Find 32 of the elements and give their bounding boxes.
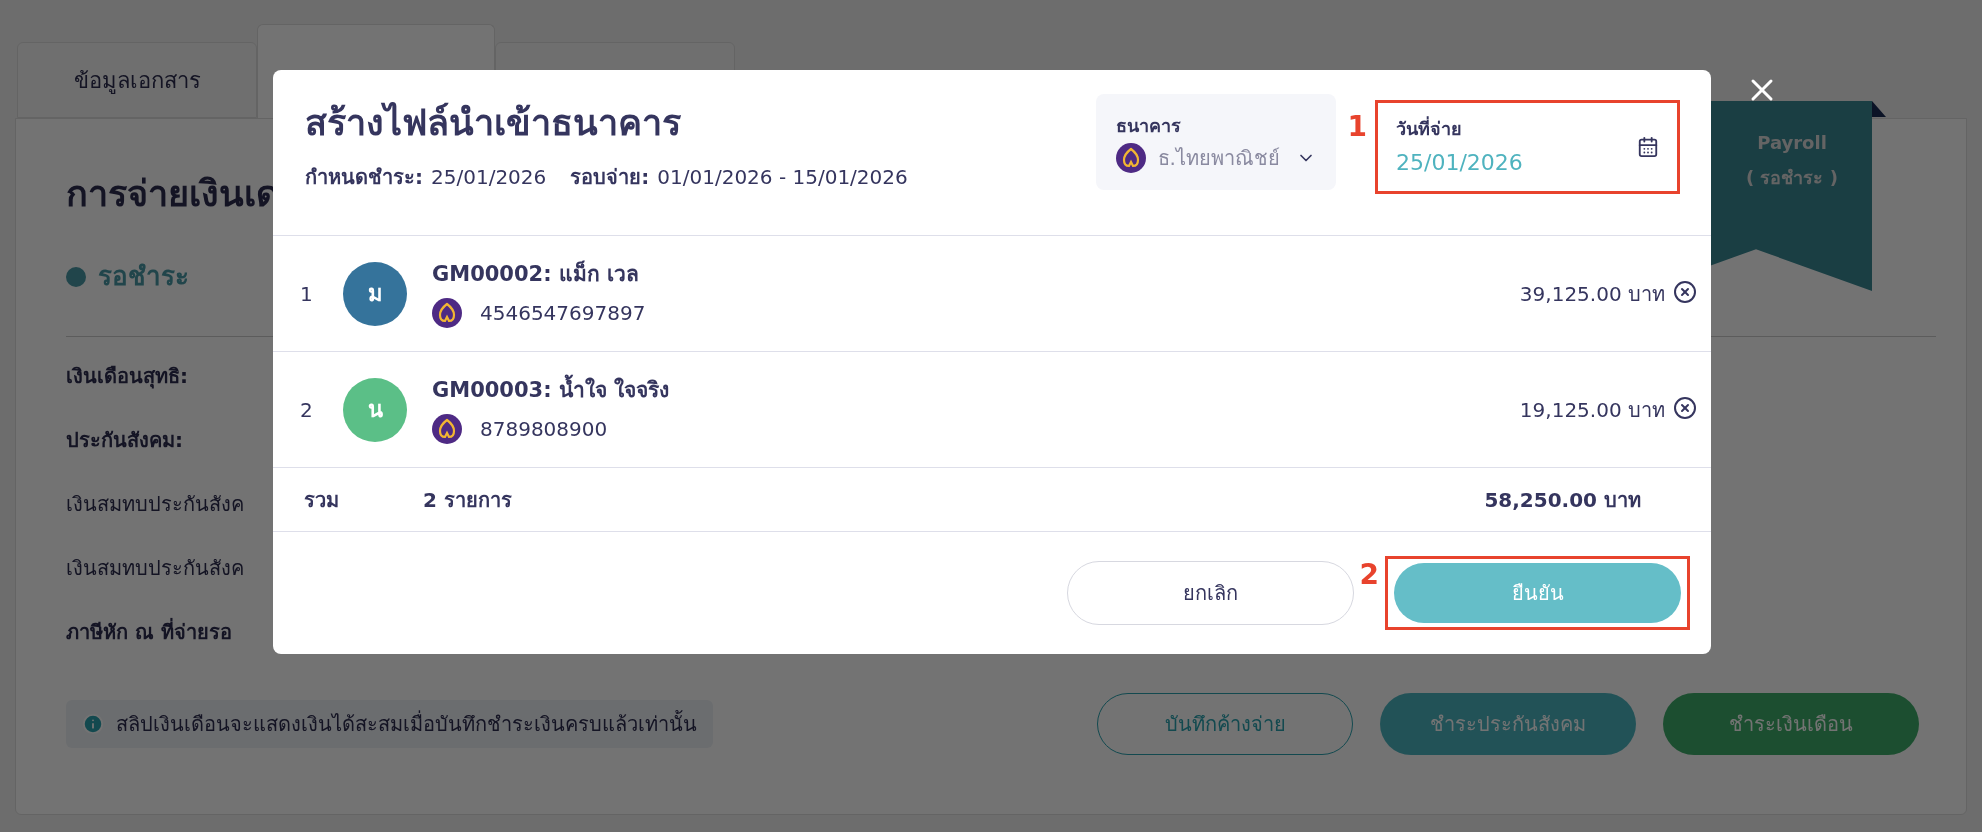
ribbon-text: Payroll bbox=[1757, 131, 1827, 155]
amount: 39,125.00 บาท bbox=[1519, 280, 1665, 308]
avatar: น bbox=[343, 377, 407, 442]
total-count: 2 รายการ bbox=[423, 486, 512, 514]
employee-name: GM00003: น้ำใจ ใจจริง bbox=[432, 374, 670, 407]
pay-date-label: วันที่จ่าย bbox=[1396, 115, 1463, 141]
ribbon-text: ( รอชำระ ) bbox=[1746, 166, 1838, 190]
field-label: ภาษีหัก ณ ที่จ่ายรอ bbox=[66, 617, 232, 646]
field-label: เงินสมทบประกันสังค bbox=[66, 491, 244, 518]
account-number: 4546547697897 bbox=[480, 300, 646, 328]
total-amount: 58,250.00 บาท bbox=[1484, 486, 1641, 514]
note-text: สลิปเงินเดือนจะแสดงเงินได้สะสมเมื่อบันทึกชำระเงินครบแล้วเท่านั้น bbox=[116, 709, 697, 738]
page-title: การจ่ายเงินเด bbox=[66, 172, 279, 216]
field-label: เงินเดือนสุทธิ: bbox=[66, 363, 188, 391]
account-number: 8789808900 bbox=[480, 416, 608, 444]
row-index: 2 bbox=[300, 396, 314, 424]
dialog-title: สร้างไฟล์นำเข้าธนาคาร bbox=[305, 101, 682, 145]
cycle-label: รอบจ่าย: bbox=[570, 164, 650, 191]
row-index: 1 bbox=[300, 280, 314, 308]
employee-name: GM00002: แม็ก เวล bbox=[432, 259, 641, 288]
annotation-number: 1 bbox=[1347, 109, 1367, 145]
total-label: รวม bbox=[304, 486, 340, 514]
pay-cycle: 01/01/2026 - 15/01/2026 bbox=[657, 164, 908, 191]
field-label: ประกันสังคม: bbox=[66, 427, 183, 454]
amount: 19,125.00 บาท bbox=[1519, 396, 1665, 424]
pay-date-value: 25/01/2026 bbox=[1396, 149, 1523, 177]
field-label: เงินสมทบประกันสังค bbox=[66, 555, 244, 582]
status-label: รอชำระ bbox=[98, 260, 189, 293]
due-date: 25/01/2026 bbox=[431, 164, 547, 191]
annotation-number: 2 bbox=[1359, 557, 1379, 593]
avatar: ม bbox=[343, 261, 407, 326]
due-label: กำหนดชำระ: bbox=[305, 164, 423, 191]
